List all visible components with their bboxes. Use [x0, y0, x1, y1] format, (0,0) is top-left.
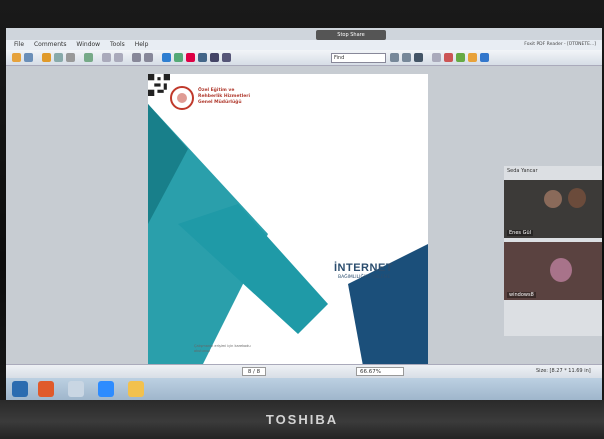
- brochure-title: İNTERNET: [334, 262, 393, 274]
- comment-icon[interactable]: [162, 53, 171, 62]
- org-name: Özel Eğitim ve Rehberlik Hizmetleri Gene…: [198, 88, 251, 105]
- screen: Stop Share File Comments Window Tools He…: [6, 28, 602, 400]
- menu-tools[interactable]: Tools: [110, 40, 125, 50]
- toolbar: Find: [6, 50, 602, 66]
- fit-width-icon[interactable]: [114, 53, 123, 62]
- find-next-icon[interactable]: [402, 53, 411, 62]
- status-bar: 8 / 8 66.67% Size: [8.27 * 11.69 in]: [6, 364, 602, 378]
- note-icon[interactable]: [468, 53, 477, 62]
- save-icon[interactable]: [24, 53, 33, 62]
- typewriter-icon[interactable]: [210, 53, 219, 62]
- rotate-right-icon[interactable]: [144, 53, 153, 62]
- menu-file[interactable]: File: [14, 40, 24, 50]
- app-title: Foxit PDF Reader - [ÜTÜNETE...]: [524, 42, 596, 47]
- pdf-app-icon[interactable]: [128, 381, 144, 397]
- rotate-left-icon[interactable]: [132, 53, 141, 62]
- stamp-icon[interactable]: [198, 53, 207, 62]
- qr-caption: Çalışmanın erişimi için karekodu okutunu…: [194, 344, 251, 353]
- qr-code: [148, 74, 170, 96]
- pdf-page: Özel Eğitim ve Rehberlik Hizmetleri Gene…: [148, 74, 428, 366]
- arrow-icon[interactable]: [480, 53, 489, 62]
- zoom-select[interactable]: 66.67%: [356, 367, 404, 376]
- properties-icon[interactable]: [432, 53, 441, 62]
- video-tile-1[interactable]: Enes Gül: [504, 180, 602, 238]
- find-input[interactable]: Find: [331, 53, 386, 63]
- zoom-app-icon[interactable]: [98, 381, 114, 397]
- zoom-icon[interactable]: [84, 53, 93, 62]
- brand-logo: TOSHIBA: [265, 412, 339, 427]
- video-panel: Seda Yancar Enes Gül windows8: [504, 166, 602, 336]
- menu-comments[interactable]: Comments: [34, 40, 67, 50]
- taskbar: [6, 378, 602, 400]
- snapshot-icon[interactable]: [66, 53, 75, 62]
- form-icon[interactable]: [222, 53, 231, 62]
- person-avatar: [568, 188, 586, 208]
- participant-label-2: windows8: [507, 292, 536, 298]
- select-icon[interactable]: [54, 53, 63, 62]
- brochure-graphic: [148, 74, 428, 366]
- find-prev-icon[interactable]: [390, 53, 399, 62]
- video-tile-2[interactable]: windows8: [504, 242, 602, 300]
- sign-icon[interactable]: [444, 53, 453, 62]
- media-player-icon[interactable]: [38, 381, 54, 397]
- brochure-subtitle: BAĞIMLILIĞINI ÖNLEME: [338, 275, 391, 280]
- start-icon[interactable]: [12, 381, 28, 397]
- person-avatar: [550, 258, 572, 282]
- highlight-icon[interactable]: [174, 53, 183, 62]
- pen-icon[interactable]: [186, 53, 195, 62]
- ministry-logo: [170, 86, 194, 110]
- page-number[interactable]: 8 / 8: [242, 367, 266, 376]
- participant-name-top: Seda Yancar: [507, 168, 538, 174]
- stop-share-button[interactable]: Stop Share: [316, 30, 386, 40]
- attach-icon[interactable]: [456, 53, 465, 62]
- menu-help[interactable]: Help: [135, 40, 149, 50]
- search-icon[interactable]: [414, 53, 423, 62]
- open-icon[interactable]: [12, 53, 21, 62]
- page-size: Size: [8.27 * 11.69 in]: [536, 368, 591, 374]
- document-area[interactable]: Özel Eğitim ve Rehberlik Hizmetleri Gene…: [6, 66, 602, 366]
- menu-window[interactable]: Window: [76, 40, 100, 50]
- files-icon[interactable]: [68, 381, 84, 397]
- participant-label-1: Enes Gül: [507, 230, 534, 236]
- hand-icon[interactable]: [42, 53, 51, 62]
- person-avatar: [544, 190, 562, 208]
- fit-page-icon[interactable]: [102, 53, 111, 62]
